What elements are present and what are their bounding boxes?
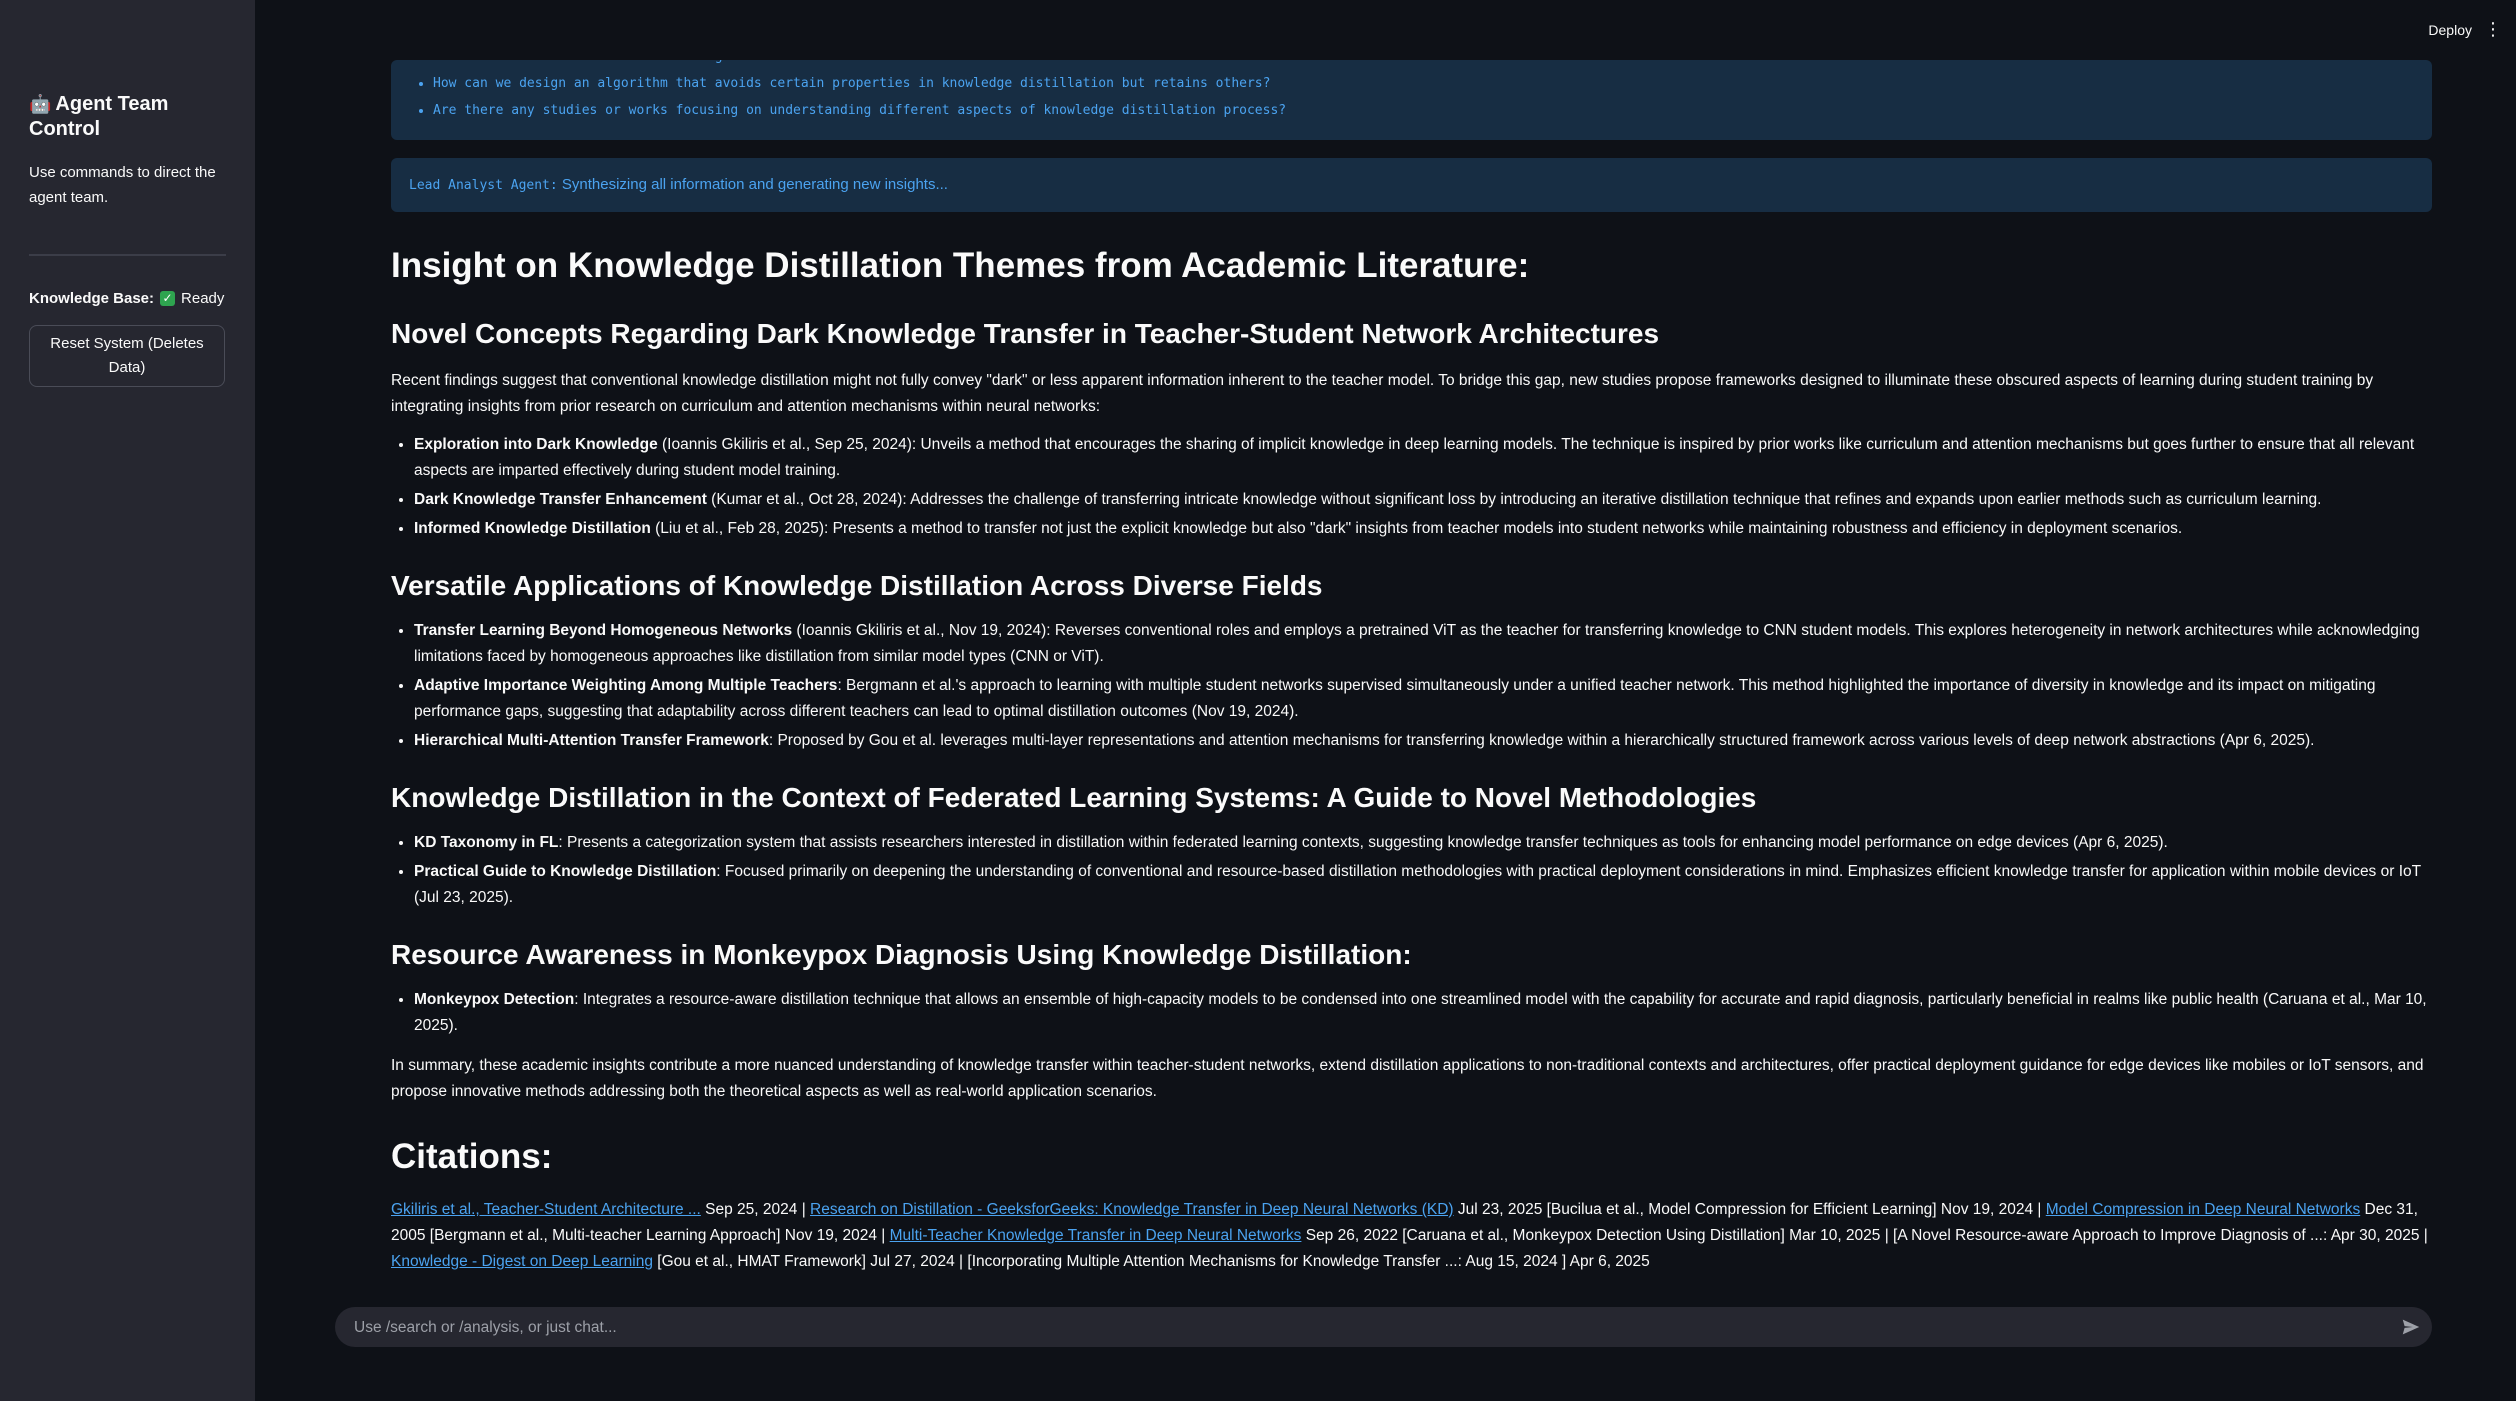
section-heading: Resource Awareness in Monkeypox Diagnosi…	[391, 939, 1412, 970]
item-title: Dark Knowledge Transfer Enhancement	[414, 491, 707, 508]
citation-link[interactable]: Multi-Teacher Knowledge Transfer in Deep…	[890, 1227, 1302, 1244]
section-heading: Novel Concepts Regarding Dark Knowledge …	[391, 318, 1660, 349]
section-heading: Versatile Applications of Knowledge Dist…	[391, 570, 1323, 601]
citation-text: Sep 25, 2024 |	[700, 1201, 811, 1218]
agent-name: Lead Analyst Agent:	[409, 178, 558, 193]
chat-input[interactable]	[352, 1307, 2384, 1349]
list-item: Dark Knowledge Transfer Enhancement (Kum…	[414, 487, 2432, 513]
question-item: What is the current state of knowledge t…	[433, 60, 2414, 70]
sidebar: 🤖 Agent Team Control Use commands to dire…	[0, 0, 255, 1401]
item-title: Informed Knowledge Distillation	[414, 520, 651, 537]
item-title: Exploration into Dark Knowledge	[414, 436, 658, 453]
knowledge-base-label: Knowledge Base:	[29, 290, 155, 307]
question-item: How can we design an algorithm that avoi…	[433, 70, 2414, 97]
knowledge-base-value: Ready	[181, 290, 225, 307]
item-title: KD Taxonomy in FL	[414, 834, 559, 851]
citation-link[interactable]: Knowledge - Digest on Deep Learning	[391, 1253, 653, 1270]
item-title: Hierarchical Multi-Attention Transfer Fr…	[414, 732, 769, 749]
more-menu-icon[interactable]: ⋮	[2484, 20, 2502, 38]
section-items: Monkeypox Detection: Integrates a resour…	[391, 987, 2432, 1039]
top-bar: Deploy ⋮	[255, 0, 2516, 60]
citation-link[interactable]: Research on Distillation - GeeksforGeeks…	[810, 1201, 1454, 1218]
question-list: What is the current state of knowledge t…	[409, 60, 2414, 124]
item-title: Monkeypox Detection	[414, 991, 575, 1008]
report-sections: Novel Concepts Regarding Dark Knowledge …	[391, 314, 2432, 1039]
sidebar-description: Use commands to direct the agent team.	[29, 164, 216, 206]
follow-up-questions-box: What is the current state of knowledge t…	[391, 60, 2432, 140]
item-text: : Presents a categorization system that …	[558, 834, 2168, 851]
item-title: Transfer Learning Beyond Homogeneous Net…	[414, 622, 793, 639]
section-items: Transfer Learning Beyond Homogeneous Net…	[391, 618, 2432, 754]
citations-list: Gkiliris et al., Teacher-Student Archite…	[391, 1197, 2432, 1275]
item-text: (Liu et al., Feb 28, 2025): Presents a m…	[650, 520, 2183, 537]
reset-system-button[interactable]: Reset System (Deletes Data)	[29, 325, 225, 387]
list-item: Exploration into Dark Knowledge (Ioannis…	[414, 432, 2432, 484]
question-item: Are there any studies or works focusing …	[433, 97, 2414, 124]
sidebar-divider	[29, 254, 226, 256]
citation-text: Sep 26, 2022 [Caruana et al., Monkeypox …	[1301, 1227, 2428, 1244]
sidebar-title: 🤖 Agent Team Control	[29, 92, 226, 142]
send-icon[interactable]	[2400, 1316, 2422, 1338]
report-title: Insight on Knowledge Distillation Themes…	[391, 246, 1530, 285]
citation-link[interactable]: Gkiliris et al., Teacher-Student Archite…	[391, 1201, 701, 1218]
item-text: (Kumar et al., Oct 28, 2024): Addresses …	[706, 491, 2322, 508]
agent-status-text: Synthesizing all information and generat…	[561, 176, 948, 193]
report-summary: In summary, these academic insights cont…	[391, 1057, 2424, 1100]
item-text: (Ioannis Gkiliris et al., Sep 25, 2024):…	[414, 436, 2415, 479]
list-item: KD Taxonomy in FL: Presents a categoriza…	[414, 830, 2432, 856]
item-title: Adaptive Importance Weighting Among Mult…	[414, 677, 838, 694]
citations-title: Citations:	[391, 1137, 553, 1176]
section-items: KD Taxonomy in FL: Presents a categoriza…	[391, 830, 2432, 911]
item-text: : Integrates a resource-aware distillati…	[414, 991, 2427, 1034]
knowledge-base-status: Knowledge Base: ✓ Ready	[29, 290, 226, 307]
chat-input-bar	[335, 1307, 2432, 1349]
list-item: Transfer Learning Beyond Homogeneous Net…	[414, 618, 2432, 670]
check-icon: ✓	[160, 291, 176, 306]
main-content: What is the current state of knowledge t…	[391, 60, 2432, 1275]
section-intro: Recent findings suggest that conventiona…	[391, 372, 2374, 415]
item-text: : Focused primarily on deepening the und…	[414, 863, 2421, 906]
citation-text: Jul 23, 2025 [Bucilua et al., Model Comp…	[1453, 1201, 2046, 1218]
citation-link[interactable]: Model Compression in Deep Neural Network…	[2046, 1201, 2360, 1218]
list-item: Hierarchical Multi-Attention Transfer Fr…	[414, 728, 2432, 754]
item-text: : Proposed by Gou et al. leverages multi…	[768, 732, 2315, 749]
robot-icon: 🤖	[29, 94, 52, 114]
list-item: Practical Guide to Knowledge Distillatio…	[414, 859, 2432, 911]
list-item: Monkeypox Detection: Integrates a resour…	[414, 987, 2432, 1039]
item-title: Practical Guide to Knowledge Distillatio…	[414, 863, 717, 880]
citation-text: [Gou et al., HMAT Framework] Jul 27, 202…	[652, 1253, 1650, 1270]
section-items: Exploration into Dark Knowledge (Ioannis…	[391, 432, 2432, 542]
list-item: Informed Knowledge Distillation (Liu et …	[414, 516, 2432, 542]
section-heading: Knowledge Distillation in the Context of…	[391, 782, 1757, 813]
list-item: Adaptive Importance Weighting Among Mult…	[414, 673, 2432, 725]
deploy-button[interactable]: Deploy	[2428, 22, 2472, 38]
lead-analyst-status: Lead Analyst Agent: Synthesizing all inf…	[391, 158, 2432, 212]
